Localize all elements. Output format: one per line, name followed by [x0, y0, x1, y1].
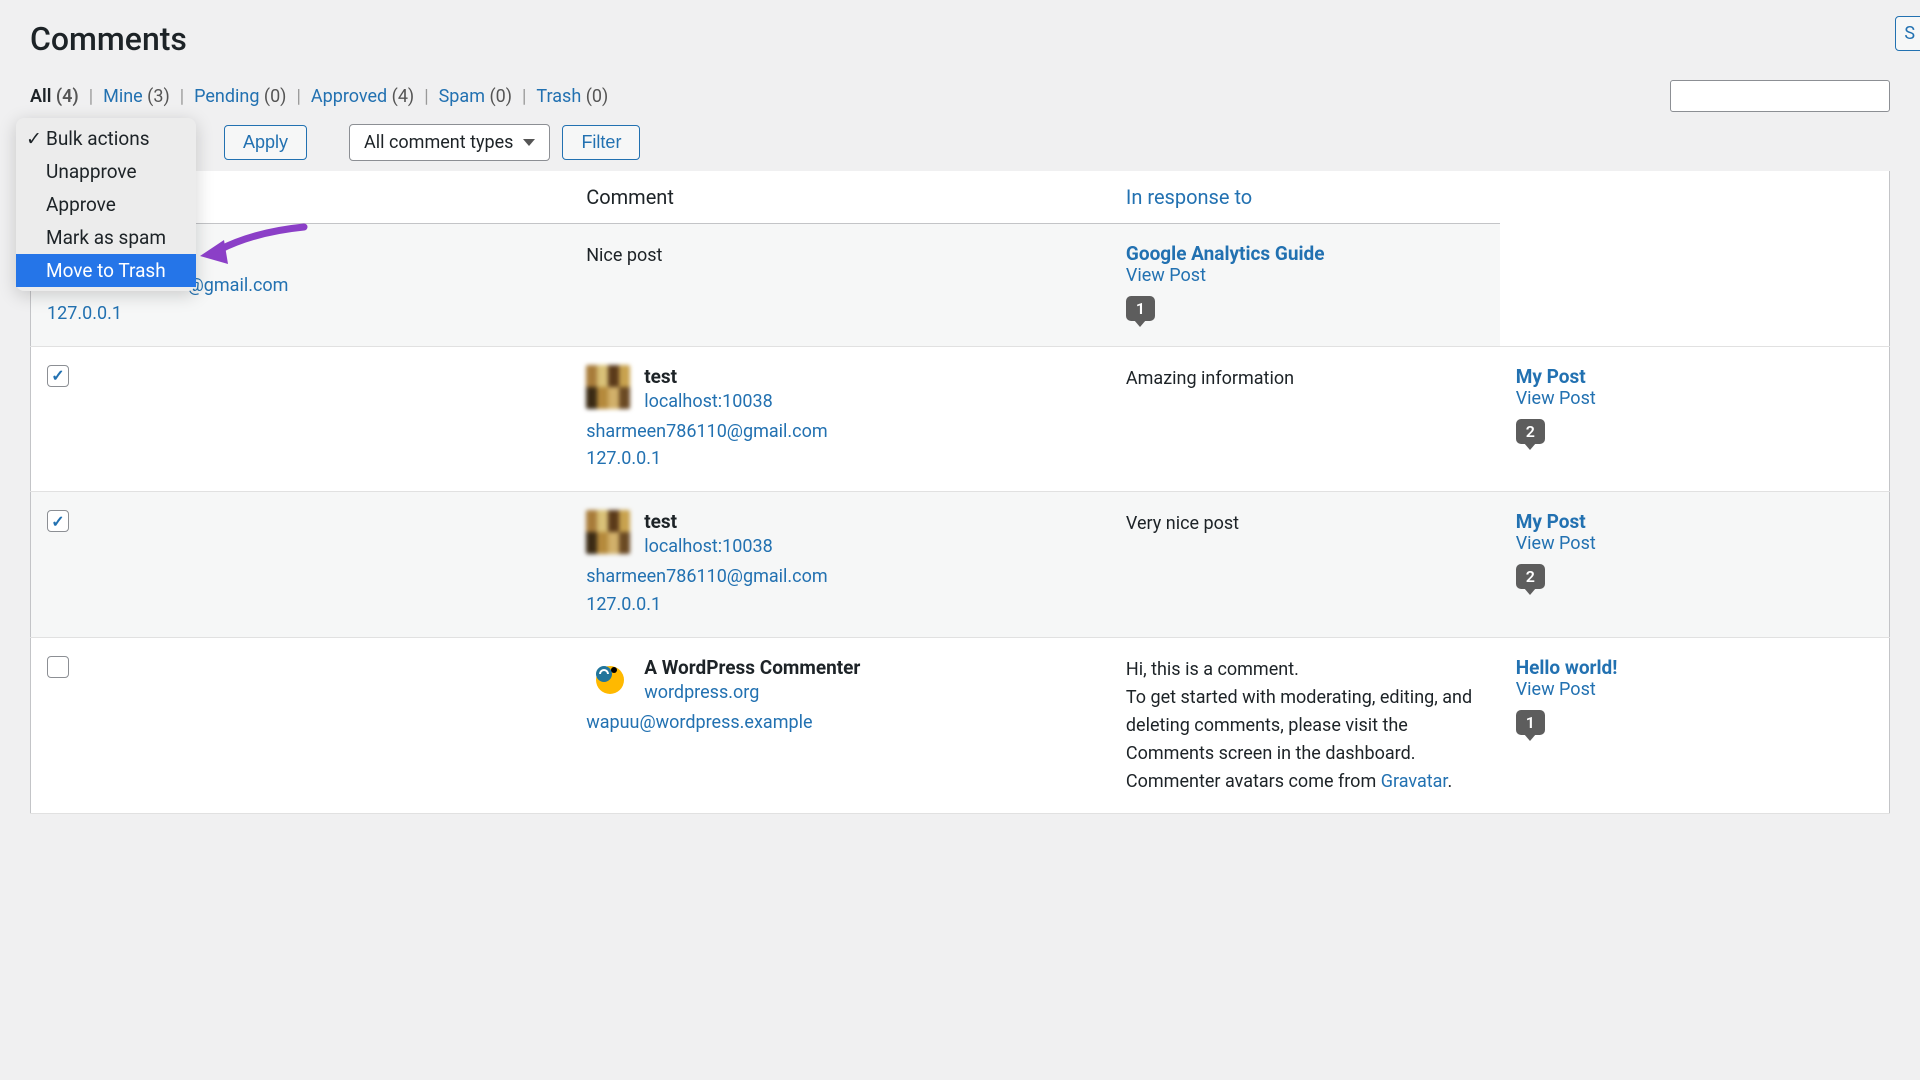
filter-pending[interactable]: Pending (0): [194, 86, 286, 107]
apply-button[interactable]: Apply: [224, 125, 307, 160]
view-post-link[interactable]: View Post: [1516, 533, 1873, 554]
filter-mine[interactable]: Mine (3): [103, 86, 170, 107]
comment-body: Hi, this is a comment. To get started wi…: [1110, 638, 1500, 814]
author-ip-link[interactable]: 127.0.0.1: [586, 591, 1094, 619]
bulk-option-unapprove[interactable]: Unapprove: [16, 155, 196, 188]
avatar: [586, 365, 630, 409]
author-site-link[interactable]: localhost:10038: [644, 533, 773, 561]
author-ip-link[interactable]: 127.0.0.1: [47, 300, 554, 328]
author-ip-link[interactable]: 127.0.0.1: [586, 445, 1094, 473]
table-row: test localhost:10038 sharmeen786110@gmai…: [31, 346, 1890, 492]
filter-spam[interactable]: Spam (0): [439, 86, 512, 107]
filter-all[interactable]: All (4): [30, 86, 79, 107]
comment-body: Nice post: [570, 224, 1110, 347]
author-site-link[interactable]: wordpress.org: [644, 679, 860, 707]
author-email-link[interactable]: sharmeen786110@gmail.com: [586, 418, 1094, 446]
response-post-link[interactable]: Hello world!: [1516, 656, 1873, 679]
search-input[interactable]: [1670, 80, 1890, 112]
bulk-option-bulk-actions[interactable]: Bulk actions: [16, 122, 196, 155]
avatar: [586, 510, 630, 554]
comment-count-badge[interactable]: 1: [1126, 296, 1155, 321]
bulk-option-approve[interactable]: Approve: [16, 188, 196, 221]
author-email-link[interactable]: sharmeen786110@gmail.com: [586, 563, 1094, 591]
table-row: test localhost:10038 sharmeen786110@gmai…: [31, 492, 1890, 638]
page-title: Comments: [30, 20, 1890, 58]
author-name: test: [644, 365, 773, 388]
view-post-link[interactable]: View Post: [1126, 265, 1484, 286]
row-checkbox[interactable]: [47, 656, 69, 678]
view-post-link[interactable]: View Post: [1516, 388, 1873, 409]
bulk-option-move-to-trash[interactable]: Move to Trash: [16, 254, 196, 287]
gravatar-link[interactable]: Gravatar: [1381, 771, 1448, 792]
bulk-actions-dropdown[interactable]: Bulk actions Unapprove Approve Mark as s…: [16, 118, 196, 291]
table-row: A WordPress Commenter wordpress.org wapu…: [31, 638, 1890, 814]
author-site-link[interactable]: localhost:10038: [644, 388, 773, 416]
filter-approved[interactable]: Approved (4): [311, 86, 414, 107]
comment-body: Amazing information: [1110, 346, 1500, 492]
filter-button[interactable]: Filter: [562, 125, 640, 160]
response-post-link[interactable]: My Post: [1516, 510, 1873, 533]
comment-type-select[interactable]: All comment types: [349, 124, 550, 161]
response-post-link[interactable]: My Post: [1516, 365, 1873, 388]
comment-body: Very nice post: [1110, 492, 1500, 638]
author-name: A WordPress Commenter: [644, 656, 860, 679]
row-checkbox[interactable]: [47, 510, 69, 532]
comment-count-badge[interactable]: 2: [1516, 419, 1545, 444]
view-post-link[interactable]: View Post: [1516, 679, 1873, 700]
avatar: [586, 656, 630, 700]
comment-type-select-label: All comment types: [364, 132, 513, 153]
col-in-response-to[interactable]: In response to: [1110, 171, 1500, 224]
status-filter-links: All (4) | Mine (3) | Pending (0) | Appro…: [30, 86, 608, 107]
row-checkbox[interactable]: [47, 365, 69, 387]
response-post-link[interactable]: Google Analytics Guide: [1126, 242, 1484, 265]
author-name: test: [644, 510, 773, 533]
author-email-link[interactable]: wapuu@wordpress.example: [586, 709, 1094, 737]
filter-trash[interactable]: Trash (0): [536, 86, 608, 107]
bulk-option-mark-spam[interactable]: Mark as spam: [16, 221, 196, 254]
col-comment: Comment: [570, 171, 1110, 224]
chevron-down-icon: [523, 139, 535, 146]
comment-count-badge[interactable]: 2: [1516, 564, 1545, 589]
search-comments-button[interactable]: S: [1895, 16, 1920, 51]
comment-count-badge[interactable]: 1: [1516, 710, 1545, 735]
annotation-arrow-icon: [194, 222, 314, 272]
